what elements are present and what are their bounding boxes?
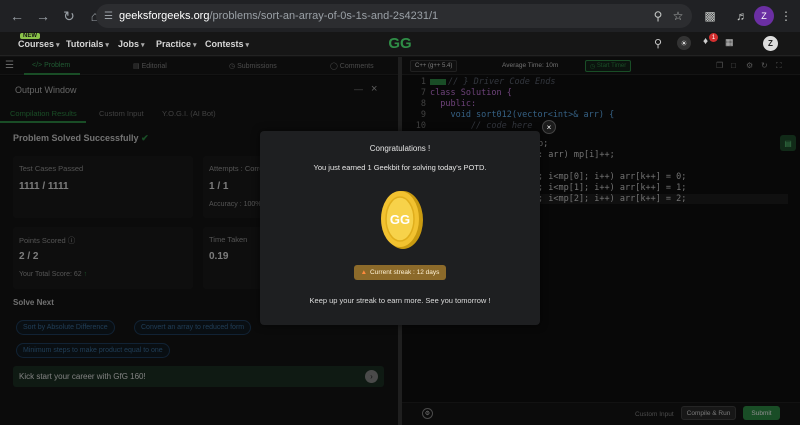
- nav-practice-label: Practice: [156, 39, 192, 49]
- site-info-icon[interactable]: ☰: [104, 11, 113, 22]
- nav-contests-label: Contests: [205, 39, 244, 49]
- search-icon[interactable]: ⚲: [654, 37, 662, 50]
- reload-icon[interactable]: ↻: [56, 3, 82, 29]
- congrats-modal: Congratulations ! You just earned 1 Geek…: [260, 131, 540, 325]
- zoom-icon[interactable]: ⚲: [648, 6, 668, 26]
- url-path: /problems/sort-an-array-of-0s-1s-and-2s4…: [209, 10, 439, 22]
- chevron-down-icon: ▾: [56, 42, 60, 49]
- back-icon[interactable]: ←: [4, 3, 30, 29]
- theme-toggle-icon[interactable]: ☀: [677, 36, 691, 50]
- nav-courses[interactable]: Courses ▾: [18, 39, 60, 49]
- fire-icon: ▲: [360, 269, 368, 276]
- nav-jobs-label: Jobs: [118, 39, 140, 49]
- address-bar[interactable]: ☰ geeksforgeeks.org/problems/sort-an-arr…: [96, 4, 692, 28]
- nav-contests[interactable]: Contests ▾: [205, 39, 249, 49]
- modal-footer-text: Keep up your streak to earn more. See yo…: [309, 296, 491, 305]
- profile-avatar[interactable]: Z: [754, 6, 774, 26]
- geekbit-coin-icon: GG: [381, 191, 423, 249]
- chevron-down-icon: ▾: [105, 42, 109, 49]
- language-icon[interactable]: ▦: [725, 37, 734, 48]
- modal-close-icon[interactable]: ×: [542, 120, 556, 134]
- app-root: ← → ↻ ⌂ ☰ geeksforgeeks.org/problems/sor…: [0, 0, 800, 425]
- chevron-down-icon: ▾: [193, 42, 197, 49]
- url-host: geeksforgeeks.org: [118, 10, 210, 22]
- streak-text: Current streak : 12 days: [370, 269, 440, 276]
- nav-jobs[interactable]: Jobs ▾: [118, 39, 145, 49]
- extensions-icon[interactable]: ▩: [700, 6, 720, 26]
- chevron-down-icon: ▾: [141, 42, 145, 49]
- nav-tutorials[interactable]: Tutorials ▾: [66, 39, 109, 49]
- media-icon[interactable]: ♬: [732, 6, 752, 26]
- nav-practice[interactable]: Practice ▾: [156, 39, 197, 49]
- nav-courses-label: Courses: [18, 39, 55, 49]
- streak-badge: ▲ Current streak : 12 days: [354, 265, 446, 280]
- bookmark-star-icon[interactable]: ☆: [668, 6, 688, 26]
- menu-icon[interactable]: ⋮: [776, 6, 796, 26]
- modal-message: You just earned 1 Geekbit for solving to…: [313, 163, 487, 172]
- notification-count: 1: [709, 33, 718, 42]
- user-avatar[interactable]: Z: [763, 36, 778, 51]
- modal-title: Congratulations !: [369, 144, 431, 153]
- notification-bell-icon[interactable]: ♦: [703, 36, 708, 47]
- forward-icon[interactable]: →: [30, 3, 56, 29]
- nav-tutorials-label: Tutorials: [66, 39, 104, 49]
- chevron-down-icon: ▾: [245, 42, 250, 49]
- svg-text:GG: GG: [390, 212, 410, 227]
- gfg-logo[interactable]: GG: [383, 33, 417, 53]
